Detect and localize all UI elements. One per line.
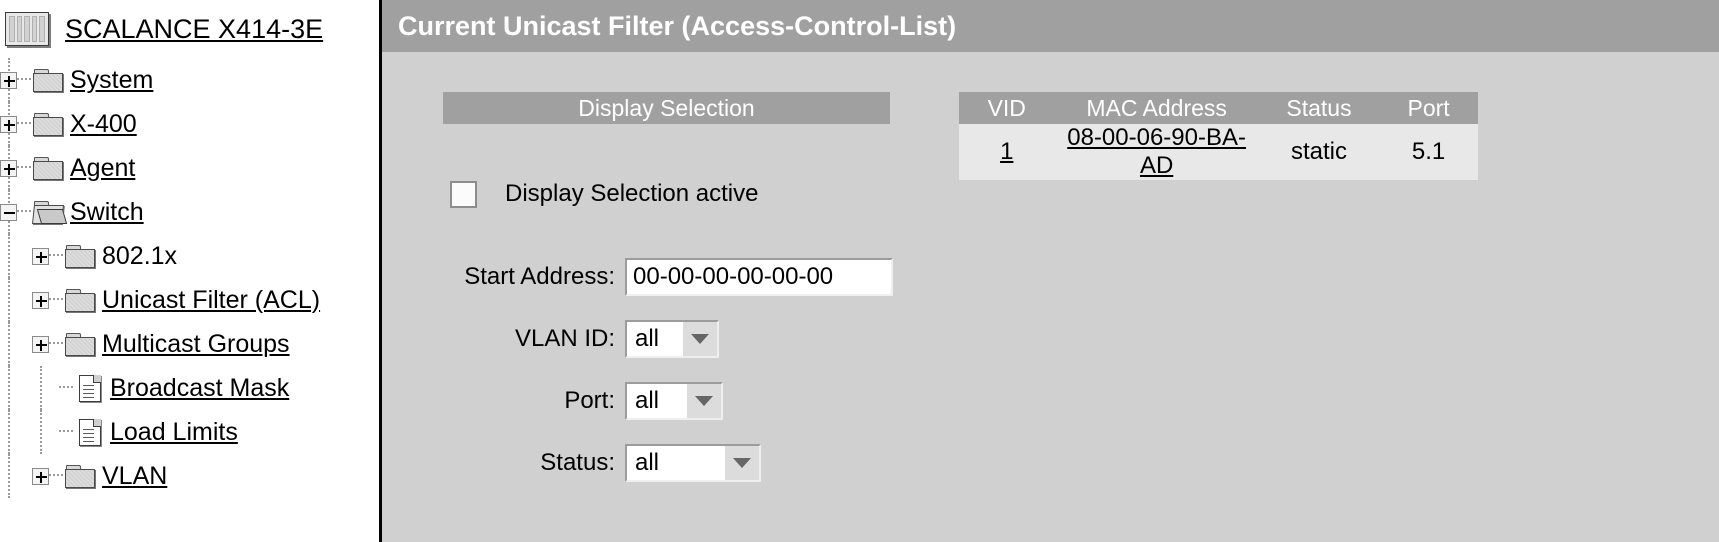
column-header-port[interactable]: Port — [1379, 92, 1478, 124]
tree-connector — [59, 430, 73, 434]
cell-mac[interactable]: 08-00-06-90-BA-AD — [1054, 124, 1259, 180]
document-icon — [79, 374, 101, 402]
start-address-input[interactable]: 00-00-00-00-00-00 — [625, 258, 893, 296]
tree-connector — [17, 122, 31, 126]
sidebar-item-label: Unicast Filter (ACL) — [102, 285, 321, 314]
display-selection-active-row[interactable]: Display Selection active — [450, 180, 758, 208]
tree-connector — [49, 342, 63, 346]
sidebar-item-switch[interactable]: Switch — [0, 190, 379, 234]
sidebar-item-label: System — [70, 65, 154, 94]
expand-plus-icon[interactable] — [0, 115, 17, 133]
column-header-vid[interactable]: VID — [959, 92, 1055, 124]
folder-closed-icon — [65, 464, 95, 488]
sidebar-item-system[interactable]: System — [0, 58, 379, 102]
sidebar-item-802-1x[interactable]: 802.1x — [0, 234, 379, 278]
status-label: Status: — [540, 449, 615, 476]
display-selection-active-checkbox[interactable] — [450, 180, 477, 208]
expand-plus-icon[interactable] — [32, 291, 49, 309]
tree-connector — [49, 298, 63, 302]
chevron-down-icon[interactable] — [725, 446, 759, 480]
collapse-minus-icon[interactable] — [0, 203, 17, 221]
port-label: Port: — [564, 387, 615, 414]
sidebar-item-multicast-groups[interactable]: Multicast Groups — [0, 322, 379, 366]
expand-plus-icon[interactable] — [0, 159, 17, 177]
sidebar-item-label: Multicast Groups — [102, 329, 290, 358]
tree-connector — [49, 474, 63, 478]
tree-label-root: SCALANCE X414-3E — [65, 13, 324, 44]
vlan-id-row: VLAN ID: all — [443, 320, 803, 358]
vlan-id-label: VLAN ID: — [514, 325, 615, 352]
vlan-id-value: all — [635, 325, 660, 352]
display-selection-active-label: Display Selection active — [505, 180, 759, 207]
cell-port: 5.1 — [1379, 124, 1478, 180]
folder-closed-icon — [65, 244, 95, 268]
port-value: all — [635, 387, 660, 414]
folder-closed-icon — [33, 112, 63, 136]
status-value: all — [635, 449, 660, 476]
folder-closed-icon — [65, 332, 95, 356]
vlan-id-select[interactable]: all — [625, 320, 719, 358]
sidebar-item-label: Agent — [70, 153, 136, 182]
expand-plus-icon[interactable] — [32, 335, 49, 353]
switch-device-icon — [5, 12, 49, 46]
sidebar-item-label: Load Limits — [110, 417, 238, 446]
sidebar-item-load-limits[interactable]: Load Limits — [0, 410, 379, 454]
sidebar-item-agent[interactable]: Agent — [0, 146, 379, 190]
expand-plus-icon[interactable] — [0, 71, 17, 89]
document-icon — [79, 418, 101, 446]
scalance-web-interface: SCALANCE X414-3E System X-400 Agent Swit… — [0, 0, 1719, 542]
chevron-down-icon[interactable] — [683, 322, 717, 356]
table-row[interactable]: 1 08-00-06-90-BA-AD static 5.1 — [959, 124, 1478, 180]
cell-vid[interactable]: 1 — [959, 124, 1055, 180]
port-select[interactable]: all — [625, 382, 723, 420]
content-area: Current Unicast Filter (Access-Control-L… — [382, 0, 1719, 542]
page-title-bar: Current Unicast Filter (Access-Control-L… — [382, 0, 1719, 52]
sidebar-item-label: Broadcast Mask — [110, 373, 290, 402]
tree-connector — [59, 386, 73, 390]
cell-status: static — [1258, 124, 1380, 180]
sidebar-item-label: X-400 — [70, 109, 137, 138]
navigation-sidebar: SCALANCE X414-3E System X-400 Agent Swit… — [0, 0, 379, 542]
status-row: Status: all — [443, 444, 843, 482]
sidebar-item-label: Switch — [70, 197, 144, 226]
unicast-filter-table: VID MAC Address Status Port 1 08-00-06-9… — [959, 92, 1478, 180]
tree-connector — [17, 166, 31, 170]
display-selection-heading: Display Selection — [443, 92, 890, 124]
folder-closed-icon — [33, 68, 63, 92]
folder-closed-icon — [65, 288, 95, 312]
sidebar-item-broadcast-mask[interactable]: Broadcast Mask — [0, 366, 379, 410]
status-select[interactable]: all — [625, 444, 761, 482]
tree-connector — [17, 78, 31, 82]
tree-node-root[interactable]: SCALANCE X414-3E — [0, 0, 379, 58]
column-header-status[interactable]: Status — [1258, 92, 1380, 124]
tree-connector — [17, 210, 31, 214]
folder-open-icon — [32, 200, 68, 224]
port-row: Port: all — [443, 382, 803, 420]
column-header-mac[interactable]: MAC Address — [1054, 92, 1259, 124]
navigation-tree: SCALANCE X414-3E System X-400 Agent Swit… — [0, 0, 379, 498]
start-address-row: Start Address: 00-00-00-00-00-00 — [443, 258, 943, 296]
start-address-label: Start Address: — [464, 263, 615, 290]
expand-plus-icon[interactable] — [32, 467, 49, 485]
sidebar-item-label: 802.1x — [102, 241, 178, 270]
sidebar-item-x-400[interactable]: X-400 — [0, 102, 379, 146]
page-title: Current Unicast Filter (Access-Control-L… — [398, 10, 957, 41]
table-header-row: VID MAC Address Status Port — [959, 92, 1478, 124]
tree-connector — [49, 254, 63, 258]
expand-plus-icon[interactable] — [32, 247, 49, 265]
sidebar-item-label: VLAN — [102, 461, 168, 490]
folder-closed-icon — [33, 156, 63, 180]
sidebar-item-unicast-filter-acl[interactable]: Unicast Filter (ACL) — [0, 278, 379, 322]
chevron-down-icon[interactable] — [687, 384, 721, 418]
sidebar-item-vlan[interactable]: VLAN — [0, 454, 379, 498]
